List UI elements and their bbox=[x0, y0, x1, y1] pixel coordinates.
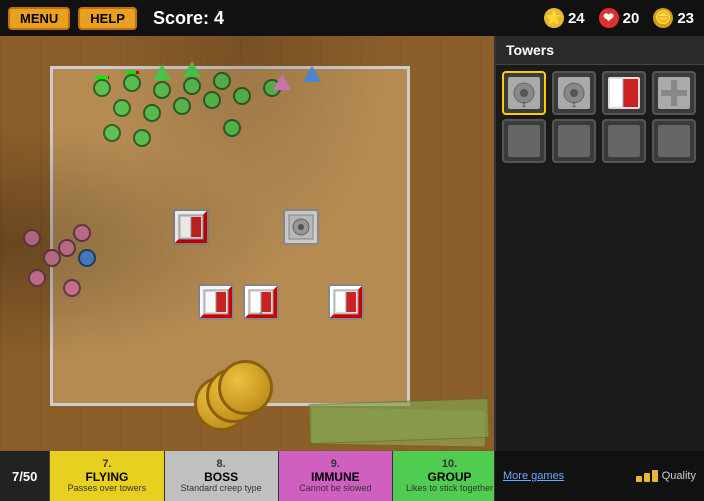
enemy-3 bbox=[153, 81, 171, 99]
enemy-arrow-4 bbox=[303, 66, 321, 82]
q-bar-2 bbox=[644, 473, 650, 482]
game-area[interactable]: 4 bbox=[0, 36, 494, 451]
coins-pile bbox=[194, 361, 274, 431]
heart-icon: ❤ bbox=[599, 8, 619, 28]
gold-value: 24 bbox=[568, 10, 585, 27]
enemy-pink-4 bbox=[73, 224, 91, 242]
field-tower-1[interactable] bbox=[173, 209, 209, 245]
coin-icon: 🪙 bbox=[653, 8, 673, 28]
coin-3 bbox=[218, 360, 273, 415]
enemy-pink-6 bbox=[63, 279, 81, 297]
field-tower-5[interactable] bbox=[328, 284, 364, 320]
enemy-pink-5 bbox=[28, 269, 46, 287]
enemy-arrow-3 bbox=[273, 74, 291, 90]
wave-name-flying: FLYING bbox=[85, 470, 128, 484]
heart-resource: ❤ 20 bbox=[599, 8, 640, 28]
q-bar-1 bbox=[636, 476, 642, 482]
wave-item-flying[interactable]: 7. FLYING Passes over towers bbox=[50, 451, 164, 501]
wave-desc-immune: Cannot be slowed bbox=[299, 484, 371, 494]
tower-slot-1[interactable]: 1 bbox=[502, 71, 546, 115]
enemy-14 bbox=[223, 119, 241, 137]
field-tower-2[interactable] bbox=[283, 209, 319, 245]
tower-slot-3[interactable] bbox=[602, 71, 646, 115]
enemy-13 bbox=[133, 129, 151, 147]
wave-num-7: 7. bbox=[102, 458, 111, 470]
wave-counter: 7/50 bbox=[0, 451, 50, 501]
field-tower-3[interactable] bbox=[198, 284, 234, 320]
game-container: MENU HELP Score: 4 ⭐ 24 ❤ 20 🪙 23 bbox=[0, 0, 704, 501]
gold-icon: ⭐ bbox=[544, 8, 564, 28]
enemy-8 bbox=[173, 97, 191, 115]
tower-slot-8[interactable] bbox=[652, 119, 696, 163]
enemy-5 bbox=[213, 72, 231, 90]
wave-name-group: GROUP bbox=[428, 470, 472, 484]
enemy-10 bbox=[233, 87, 251, 105]
towers-title: Towers bbox=[496, 36, 704, 65]
heart-value: 20 bbox=[623, 10, 640, 27]
enemy-7 bbox=[143, 104, 161, 122]
enemy-pink-3 bbox=[58, 239, 76, 257]
enemy-9 bbox=[203, 91, 221, 109]
enemy-pink-1 bbox=[23, 229, 41, 247]
wave-num-9: 9. bbox=[331, 458, 340, 470]
enemy-arrow-2 bbox=[183, 61, 201, 77]
svg-text:4: 4 bbox=[259, 311, 263, 316]
enemy-4 bbox=[183, 77, 201, 95]
coin-resource: 🪙 23 bbox=[653, 8, 694, 28]
towers-grid: 1 1 bbox=[496, 65, 704, 169]
q-bar-3 bbox=[652, 470, 658, 482]
footer-right: More games Quality bbox=[494, 451, 704, 501]
wave-name-boss: BOSS bbox=[204, 470, 238, 484]
coin-value: 23 bbox=[677, 10, 694, 27]
tower-slot-2[interactable]: 1 bbox=[552, 71, 596, 115]
enemy-12 bbox=[103, 124, 121, 142]
enemy-arrow-1 bbox=[153, 64, 171, 80]
wave-name-immune: IMMUNE bbox=[311, 470, 360, 484]
wave-desc-group: Likes to stick together bbox=[406, 484, 493, 494]
resource-bar: ⭐ 24 ❤ 20 🪙 23 bbox=[494, 0, 704, 36]
wave-desc-boss: Standard creep type bbox=[181, 484, 262, 494]
wave-num-8: 8. bbox=[217, 458, 226, 470]
help-button[interactable]: HELP bbox=[78, 7, 137, 30]
gold-resource: ⭐ 24 bbox=[544, 8, 585, 28]
desk-bills-front bbox=[308, 398, 489, 444]
more-games-link[interactable]: More games bbox=[503, 470, 564, 482]
right-panel: Towers 1 1 bbox=[494, 36, 704, 451]
wave-desc-flying: Passes over towers bbox=[68, 484, 147, 494]
wave-num-10: 10. bbox=[442, 458, 457, 470]
enemy-blue-1 bbox=[78, 249, 96, 267]
svg-text:1: 1 bbox=[522, 102, 526, 109]
quality-bars bbox=[636, 470, 658, 482]
score-display: Score: 4 bbox=[153, 8, 224, 29]
wave-item-group[interactable]: 10. GROUP Likes to stick together bbox=[393, 451, 507, 501]
tower-slot-4[interactable] bbox=[652, 71, 696, 115]
quality-section[interactable]: Quality bbox=[636, 470, 696, 482]
wave-item-immune[interactable]: 9. IMMUNE Cannot be slowed bbox=[279, 451, 393, 501]
tower-slot-7[interactable] bbox=[602, 119, 646, 163]
tower-slot-5[interactable] bbox=[502, 119, 546, 163]
quality-label: Quality bbox=[662, 470, 696, 482]
wave-item-boss[interactable]: 8. BOSS Standard creep type bbox=[165, 451, 279, 501]
play-field: 4 bbox=[50, 66, 410, 406]
enemy-2 bbox=[123, 74, 141, 92]
enemy-6 bbox=[113, 99, 131, 117]
menu-button[interactable]: MENU bbox=[8, 7, 70, 30]
tower-slot-6[interactable] bbox=[552, 119, 596, 163]
svg-text:1: 1 bbox=[572, 102, 576, 109]
enemy-1 bbox=[93, 79, 111, 97]
field-tower-4[interactable]: 4 bbox=[243, 284, 279, 320]
